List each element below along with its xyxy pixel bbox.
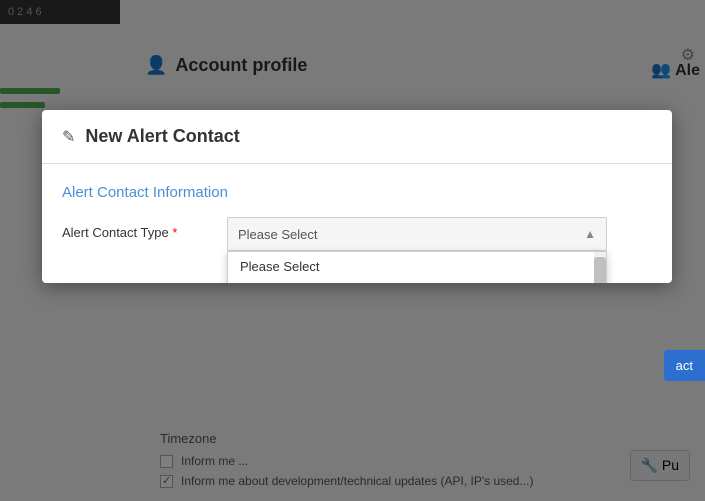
section-title: Alert Contact Information — [62, 184, 652, 201]
select-wrapper: Please Select ▲ Please Select Standard M… — [227, 217, 607, 251]
new-alert-contact-modal: ✎ New Alert Contact Alert Contact Inform… — [42, 110, 672, 283]
alert-contact-type-row: Alert Contact Type * Please Select ▲ Ple… — [62, 217, 652, 251]
required-indicator: * — [172, 225, 177, 240]
edit-icon: ✎ — [62, 127, 75, 147]
modal-header: ✎ New Alert Contact — [42, 110, 672, 164]
alert-contact-type-select[interactable]: Please Select ▲ — [227, 217, 607, 251]
scrollbar-thumb — [594, 257, 606, 283]
select-value: Please Select — [238, 227, 318, 242]
action-button-partial[interactable]: act — [664, 350, 705, 381]
dropdown-scroll-area: Please Select Standard Methods E-mail — [228, 252, 606, 283]
dropdown-option-please-select[interactable]: Please Select — [228, 252, 606, 281]
dropdown-list: Please Select Standard Methods E-mail — [227, 251, 607, 283]
dropdown-scrollbar[interactable] — [594, 252, 606, 283]
alert-contact-type-label: Alert Contact Type * — [62, 217, 227, 240]
dropdown-group-standard: Standard Methods — [228, 281, 606, 283]
modal-body: Alert Contact Information Alert Contact … — [42, 164, 672, 283]
chevron-up-icon: ▲ — [584, 227, 596, 241]
modal-title: New Alert Contact — [85, 126, 239, 147]
